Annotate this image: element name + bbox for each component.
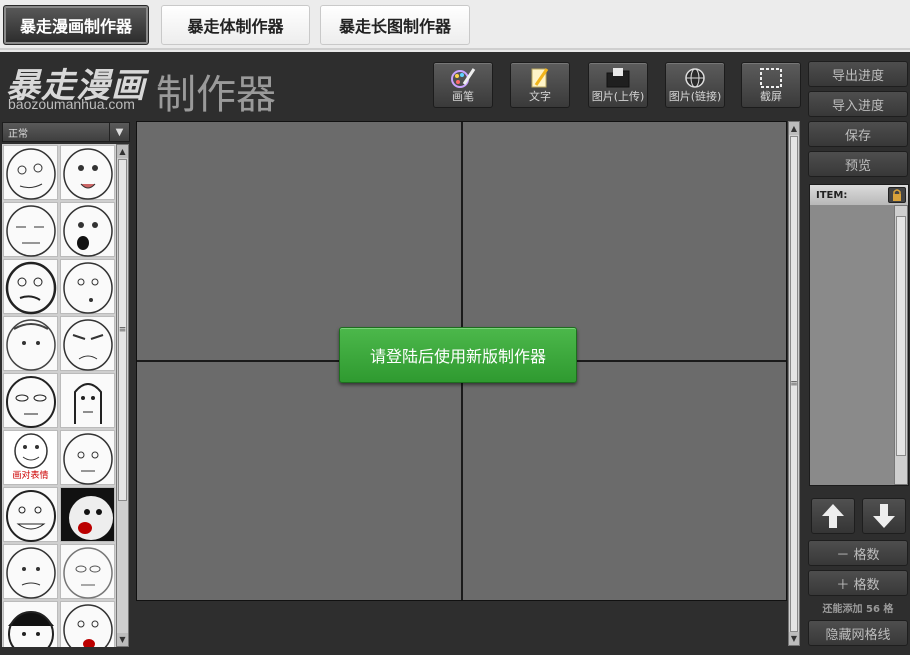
chevron-down-icon: ▼ [109, 123, 129, 141]
draw-face-item[interactable]: 画对表情 [3, 430, 58, 485]
rage-face-icon [6, 205, 56, 257]
rage-face-icon [74, 383, 102, 424]
comic-canvas[interactable]: 请登陆后使用新版制作器 [136, 121, 787, 601]
rage-face-icon [6, 319, 56, 371]
face-item[interactable] [3, 373, 58, 428]
face-item[interactable] [60, 430, 115, 485]
face-item[interactable] [60, 544, 115, 599]
rage-face-icon [69, 496, 113, 540]
tab-long-image-maker[interactable]: 暴走长图制作器 [320, 5, 470, 45]
rage-face-icon [63, 433, 113, 485]
logo-subtitle: 制作器 [156, 73, 276, 117]
face-gallery: 画对表情 [2, 144, 116, 647]
tab-body-maker[interactable]: 暴走体制作器 [161, 5, 310, 45]
drawing-face-icon [14, 433, 48, 469]
face-category-value: 正常 [8, 128, 28, 140]
face-item[interactable] [60, 145, 115, 200]
tab-bar: 暴走漫画制作器 暴走体制作器 暴走长图制作器 [0, 0, 910, 50]
rage-face-icon [6, 490, 56, 542]
rage-face-icon [63, 547, 113, 599]
rage-face-icon [63, 205, 113, 257]
scroll-down-icon[interactable]: ▼ [117, 633, 128, 646]
scroll-thumb[interactable]: ≡ [118, 159, 127, 501]
text-tool-label: 文字 [529, 90, 551, 103]
arrow-down-icon [873, 504, 895, 528]
folder-icon [606, 68, 630, 88]
rage-face-icon [63, 148, 113, 200]
rage-face-icon [63, 604, 113, 647]
pen-icon [451, 68, 476, 88]
decrease-grid-button[interactable]: － 格数 [808, 540, 908, 566]
text-tool-button[interactable]: 文字 [510, 62, 570, 108]
face-item[interactable] [3, 316, 58, 371]
rage-face-icon [63, 319, 113, 371]
image-upload-button[interactable]: 图片(上传) [588, 62, 648, 108]
face-item[interactable] [60, 202, 115, 257]
arrow-up-icon [822, 504, 844, 528]
face-item[interactable] [60, 316, 115, 371]
image-link-label: 图片(链接) [668, 90, 722, 103]
logo: 暴走漫画 制作器 baozoumanhua.com [6, 58, 306, 117]
logo-url: baozoumanhua.com [8, 96, 135, 112]
item-header: ITEM: [810, 185, 908, 205]
item-panel: ITEM: [809, 184, 909, 486]
face-item[interactable] [3, 601, 58, 647]
screenshot-icon [760, 68, 782, 88]
rage-face-icon [6, 148, 56, 200]
import-progress-button[interactable]: 导入进度 [808, 91, 908, 117]
preview-button[interactable]: 预览 [808, 151, 908, 177]
scroll-up-icon[interactable]: ▲ [789, 122, 799, 135]
screenshot-label: 截屏 [760, 90, 782, 103]
pen-tool-label: 画笔 [452, 90, 474, 103]
item-list[interactable] [810, 205, 894, 485]
scroll-thumb[interactable]: ≡ [790, 136, 798, 632]
face-item[interactable] [60, 259, 115, 314]
globe-icon [685, 68, 705, 88]
rage-face-icon [63, 262, 113, 314]
hide-grid-lines-button[interactable]: 隐藏网格线 [808, 620, 908, 646]
item-header-label: ITEM: [816, 189, 848, 201]
face-category-select[interactable]: 正常 ▼ [2, 122, 130, 142]
face-item[interactable] [3, 487, 58, 542]
rage-face-icon [6, 547, 56, 599]
rage-face-icon [8, 611, 54, 647]
face-item[interactable] [60, 373, 115, 428]
face-gallery-scrollbar[interactable]: ▲ ≡ ▼ [116, 144, 129, 647]
comic-maker-app: 暴走漫画 制作器 baozoumanhua.com 画笔 文字 图片(上传) 图… [0, 52, 910, 655]
face-item[interactable] [60, 601, 115, 647]
move-down-button[interactable] [862, 498, 906, 534]
tab-comic-maker[interactable]: 暴走漫画制作器 [3, 5, 149, 45]
face-item[interactable] [3, 259, 58, 315]
image-link-button[interactable]: 图片(链接) [665, 62, 725, 108]
item-list-scrollbar[interactable] [894, 205, 908, 485]
remaining-grid-text: 还能添加 56 格 [822, 604, 894, 615]
export-progress-button[interactable]: 导出进度 [808, 61, 908, 87]
save-button[interactable]: 保存 [808, 121, 908, 147]
scroll-down-icon[interactable]: ▼ [789, 632, 799, 645]
face-item[interactable] [3, 145, 58, 200]
canvas-scrollbar[interactable]: ▲ ≡ ▼ [788, 121, 800, 646]
scroll-thumb[interactable] [896, 216, 906, 456]
rage-face-icon [5, 261, 57, 315]
screenshot-button[interactable]: 截屏 [741, 62, 801, 108]
rage-face-icon [6, 376, 56, 428]
scroll-up-icon[interactable]: ▲ [117, 145, 128, 158]
draw-face-label: 画对表情 [12, 471, 49, 481]
text-pencil-icon [531, 68, 549, 88]
face-item[interactable] [60, 487, 115, 542]
face-item[interactable] [3, 202, 58, 257]
image-upload-label: 图片(上传) [591, 90, 645, 103]
lock-icon[interactable] [888, 187, 906, 203]
increase-grid-button[interactable]: ＋ 格数 [808, 570, 908, 596]
pen-tool-button[interactable]: 画笔 [433, 62, 493, 108]
login-prompt-button[interactable]: 请登陆后使用新版制作器 [339, 327, 577, 383]
move-up-button[interactable] [811, 498, 855, 534]
face-item[interactable] [3, 544, 58, 599]
